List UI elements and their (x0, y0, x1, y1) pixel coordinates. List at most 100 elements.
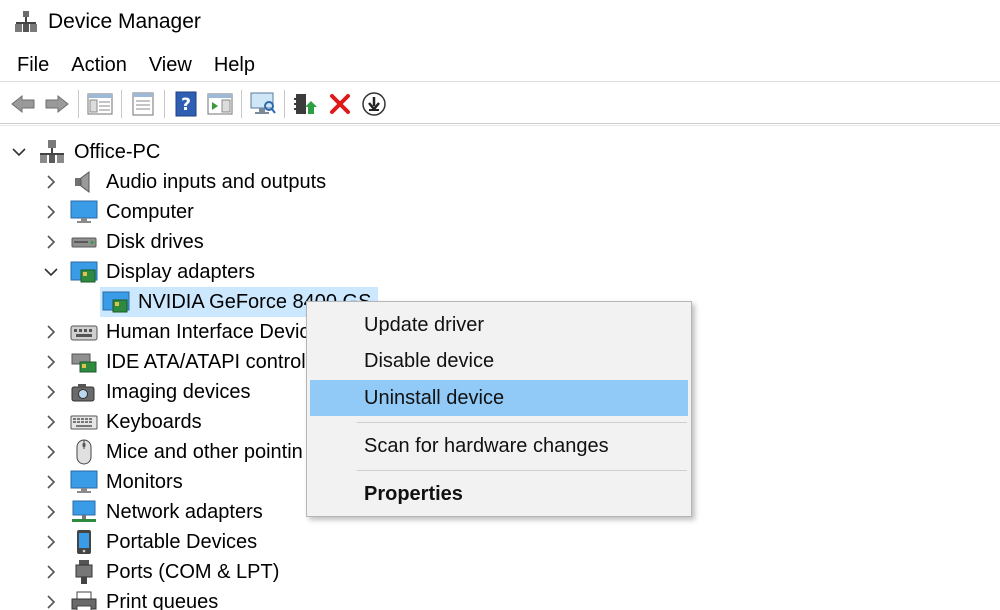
display-adapter-icon (70, 259, 98, 285)
expand-chevron-icon[interactable] (40, 411, 62, 433)
tree-item-label: Disk drives (106, 231, 204, 253)
expand-chevron-icon[interactable] (40, 471, 62, 493)
expand-chevron-icon[interactable] (40, 321, 62, 343)
menu-file[interactable]: File (6, 49, 60, 81)
toolbar-separator (284, 89, 285, 118)
install-driver-icon (362, 91, 386, 116)
update-driver-button[interactable] (289, 88, 323, 120)
menu-item-update-driver[interactable]: Update driver (310, 307, 688, 343)
tree-item-print-queues[interactable]: Print queues (40, 587, 222, 610)
uninstall-icon (330, 93, 350, 114)
tree-item-audio[interactable]: Audio inputs and outputs (40, 167, 330, 197)
svg-text:?: ? (181, 95, 191, 115)
back-button[interactable] (6, 88, 40, 120)
action-pane-button[interactable] (203, 88, 237, 120)
forward-button[interactable] (40, 88, 74, 120)
window-title: Device Manager (48, 10, 201, 33)
port-icon (70, 559, 98, 585)
properties-icon (132, 92, 154, 115)
toolbar-separator (164, 89, 165, 118)
scan-hardware-button[interactable] (246, 88, 280, 120)
toolbar-separator (121, 89, 122, 118)
expand-chevron-icon[interactable] (40, 501, 62, 523)
menu-item-scan-hardware[interactable]: Scan for hardware changes (310, 428, 688, 464)
disk-drive-icon (70, 229, 98, 255)
tree-root-office-pc[interactable]: Office-PC (8, 137, 164, 167)
menu-action[interactable]: Action (60, 49, 138, 81)
tree-item-network-adapters[interactable]: Network adapters (40, 497, 267, 527)
tree-item-disk-drives[interactable]: Disk drives (40, 227, 208, 257)
tree-item-label: Computer (106, 201, 194, 223)
back-icon (11, 94, 35, 113)
menu-item-properties[interactable]: Properties (310, 476, 688, 512)
tree-item-label: Human Interface Devic (106, 321, 310, 343)
menu-help[interactable]: Help (203, 49, 266, 81)
hid-icon (70, 319, 98, 345)
device-manager-icon (15, 11, 37, 32)
tree-item-mice[interactable]: Mice and other pointin (40, 437, 307, 467)
computer-network-icon (38, 139, 66, 165)
menu-separator (357, 422, 687, 423)
menu-separator (357, 470, 687, 471)
expand-chevron-icon[interactable] (40, 381, 62, 403)
tree-item-label: Print queues (106, 591, 219, 610)
tree-item-display-adapters[interactable]: Display adapters (40, 257, 259, 287)
monitor-icon (70, 199, 98, 225)
monitor-icon (70, 469, 98, 495)
title-bar: Device Manager (0, 0, 1000, 44)
menu-bar: File Action View Help (0, 48, 1000, 82)
expand-chevron-icon[interactable] (40, 231, 62, 253)
expand-chevron-icon[interactable] (40, 351, 62, 373)
uninstall-button[interactable] (323, 88, 357, 120)
keyboard-icon (70, 409, 98, 435)
expand-chevron-icon[interactable] (40, 441, 62, 463)
collapse-chevron-icon[interactable] (40, 261, 62, 283)
menu-view[interactable]: View (138, 49, 203, 81)
menu-item-uninstall-device[interactable]: Uninstall device (310, 380, 688, 416)
tree-item-label: Display adapters (106, 261, 255, 283)
expand-chevron-icon[interactable] (40, 171, 62, 193)
printer-icon (70, 589, 98, 610)
tree-item-keyboards[interactable]: Keyboards (40, 407, 206, 437)
tree-item-label: Monitors (106, 471, 183, 493)
collapse-chevron-icon[interactable] (8, 141, 30, 163)
expand-chevron-icon[interactable] (40, 201, 62, 223)
tree-item-imaging[interactable]: Imaging devices (40, 377, 255, 407)
ide-controller-icon (70, 349, 98, 375)
forward-icon (45, 94, 69, 113)
tree-item-ports[interactable]: Ports (COM & LPT) (40, 557, 283, 587)
context-menu: Update driver Disable device Uninstall d… (306, 301, 692, 517)
update-driver-icon (294, 93, 317, 114)
tree-item-ide-ata[interactable]: IDE ATA/ATAPI control (40, 347, 310, 377)
tree-item-monitors[interactable]: Monitors (40, 467, 187, 497)
tree-item-label: Ports (COM & LPT) (106, 561, 280, 583)
expand-chevron-icon[interactable] (40, 531, 62, 553)
mouse-icon (70, 439, 98, 465)
help-icon: ? (175, 91, 197, 116)
toolbar-separator (78, 89, 79, 118)
console-tree-icon (87, 93, 113, 114)
toolbar-separator (241, 89, 242, 118)
menu-item-disable-device[interactable]: Disable device (310, 343, 688, 379)
tree-item-portable-devices[interactable]: Portable Devices (40, 527, 261, 557)
tree-item-label: Keyboards (106, 411, 202, 433)
install-driver-button[interactable] (357, 88, 391, 120)
tree-item-label: IDE ATA/ATAPI control (106, 351, 306, 373)
speaker-icon (70, 169, 98, 195)
expand-chevron-icon[interactable] (40, 591, 62, 610)
expand-chevron-icon[interactable] (40, 561, 62, 583)
tree-item-label: Mice and other pointin (106, 441, 303, 463)
tree-item-label: Portable Devices (106, 531, 258, 553)
action-pane-icon (207, 93, 233, 114)
tree-item-computer[interactable]: Computer (40, 197, 198, 227)
console-tree-button[interactable] (83, 88, 117, 120)
tree-item-label: Network adapters (106, 501, 263, 523)
help-button[interactable]: ? (169, 88, 203, 120)
tree-item-label: Imaging devices (106, 381, 251, 403)
network-adapter-icon (70, 499, 98, 525)
properties-button[interactable] (126, 88, 160, 120)
scan-hardware-icon (250, 92, 276, 114)
display-adapter-icon (102, 289, 130, 315)
tree-item-human-interface[interactable]: Human Interface Devic (40, 317, 313, 347)
camera-icon (70, 379, 98, 405)
